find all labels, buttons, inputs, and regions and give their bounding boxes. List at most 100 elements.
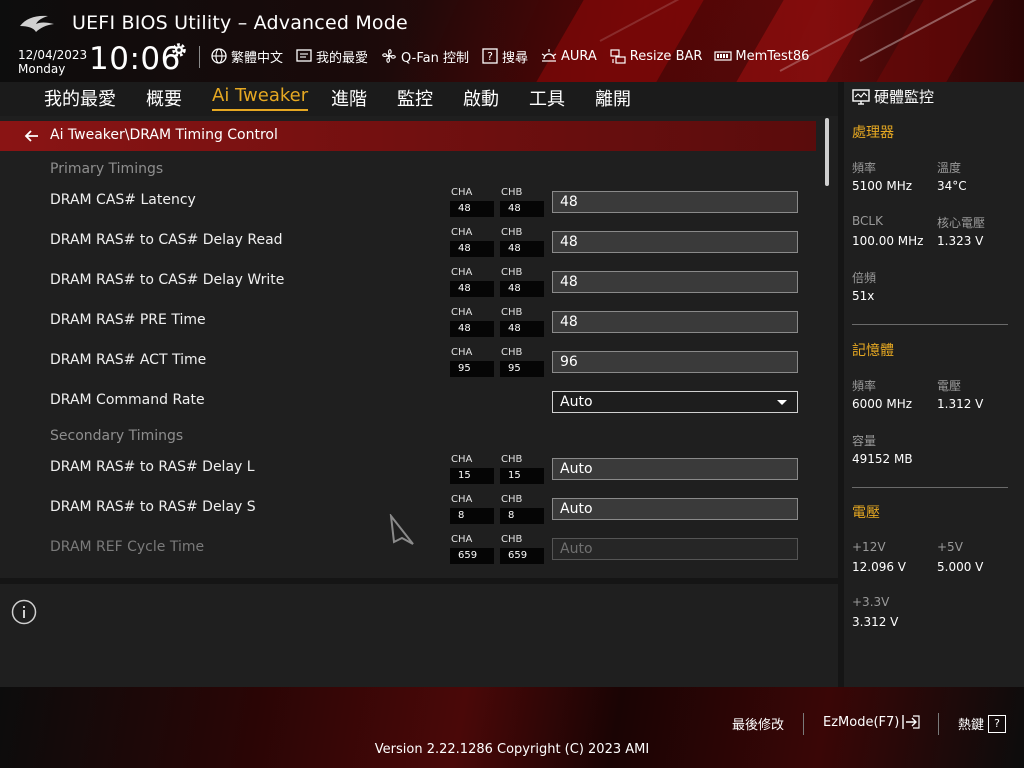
gear-icon[interactable] [170, 41, 188, 59]
channel-a-label: CHA [451, 454, 473, 465]
breadcrumb[interactable]: Ai Tweaker\DRAM Timing Control [0, 121, 816, 151]
vcore-value: 1.323 V [937, 234, 984, 248]
tab-tool[interactable]: 工具 [529, 85, 565, 111]
rrd-s-input[interactable]: Auto [552, 498, 798, 520]
my-favorites-label: 我的最愛 [316, 50, 369, 66]
channel-a-readout: CHA 659 [450, 534, 494, 566]
channel-b-value: 48 [500, 241, 544, 257]
channel-b-label: CHB [501, 227, 523, 238]
memtest-label: MemTest86 [735, 48, 810, 64]
v5-value: 5.000 V [937, 560, 984, 574]
ratio-label: 倍頻 [852, 271, 877, 285]
cpu-temp-label: 溫度 [937, 161, 962, 175]
settings-panel: Ai Tweaker\DRAM Timing Control Primary T… [0, 116, 838, 578]
v12-value: 12.096 V [852, 560, 907, 574]
chevron-down-icon [777, 400, 787, 405]
svg-text:?: ? [487, 50, 493, 63]
date-text: 12/04/2023 [18, 48, 88, 62]
command-rate-select[interactable]: Auto [552, 391, 798, 413]
channel-b-value: 659 [500, 548, 544, 564]
footer-divider [938, 713, 939, 735]
rrd-l-input[interactable]: Auto [552, 458, 798, 480]
ras-act-time-input[interactable]: 96 [552, 351, 798, 373]
search-label: 搜尋 [501, 50, 528, 66]
resize-bar-label: Resize BAR [629, 48, 703, 64]
command-rate-value: Auto [560, 394, 593, 410]
globe-icon [211, 48, 227, 64]
bclk-label: BCLK [852, 214, 883, 228]
v33-label: +3.3V [852, 595, 890, 609]
last-modified-button[interactable]: 最後修改 [732, 714, 784, 733]
channel-b-readout: CHB 48 [500, 307, 544, 339]
my-favorites-button[interactable]: 我的最愛 [295, 47, 368, 66]
tab-main[interactable]: 概要 [146, 85, 182, 111]
hardware-monitor-panel: 硬體監控 處理器 頻率 5100 MHz 溫度 34°C BCLK 100.00… [844, 82, 1024, 687]
back-arrow-icon[interactable] [24, 128, 40, 144]
channel-a-readout: CHA 48 [450, 307, 494, 339]
help-box-icon: ? [988, 714, 1007, 733]
channel-a-value: 659 [450, 548, 494, 564]
qfan-button[interactable]: Q-Fan 控制 [380, 47, 469, 66]
channel-b-readout: CHB 15 [500, 454, 544, 486]
hotkeys-label: 熱鍵 [958, 718, 985, 733]
help-panel [0, 584, 838, 687]
channel-a-value: 48 [450, 241, 494, 257]
ezmode-button[interactable]: EzMode(F7) [823, 714, 921, 730]
date-display: 12/04/2023 Monday [18, 48, 87, 76]
cas-latency-input[interactable]: 48 [552, 191, 798, 213]
channel-a-label: CHA [451, 494, 473, 505]
memtest-button[interactable]: MemTest86 [714, 47, 809, 65]
divider [852, 324, 1008, 325]
channel-b-label: CHB [501, 347, 523, 358]
hotkeys-button[interactable]: 熱鍵 ? [958, 714, 1007, 733]
weekday-text: Monday [18, 62, 66, 76]
tab-ai-tweaker[interactable]: Ai Tweaker [212, 85, 309, 111]
channel-b-label: CHB [501, 454, 523, 465]
setting-label: DRAM RAS# to CAS# Delay Read [50, 232, 283, 248]
mem-volt-value: 1.312 V [937, 397, 984, 411]
aura-button[interactable]: AURA [540, 47, 597, 65]
hardware-monitor-label: 硬體監控 [874, 88, 935, 106]
setting-label: DRAM RAS# PRE Time [50, 312, 206, 328]
aura-icon [541, 49, 557, 62]
tab-boot[interactable]: 啟動 [463, 85, 499, 111]
ref-cycle-time-input: Auto [552, 538, 798, 560]
footer: 最後修改 EzMode(F7) 熱鍵 ? Version 2.22.1286 C… [0, 687, 1024, 768]
cpu-freq-value: 5100 MHz [852, 179, 913, 193]
bclk-value: 100.00 MHz [852, 234, 924, 248]
ras-pre-time-input[interactable]: 48 [552, 311, 798, 333]
channel-a-readout: CHA 15 [450, 454, 494, 486]
scrollbar-thumb[interactable] [825, 118, 829, 186]
help-search-icon: ? [482, 48, 498, 64]
channel-b-value: 48 [500, 201, 544, 217]
memory-heading: 記憶體 [852, 343, 894, 359]
main-menu-tabs: 我的最愛 概要 Ai Tweaker 進階 監控 啟動 工具 離開 [0, 82, 838, 117]
channel-a-label: CHA [451, 267, 473, 278]
tab-my-favorites[interactable]: 我的最愛 [44, 85, 116, 111]
language-label: 繁體中文 [231, 50, 284, 66]
search-button[interactable]: ? 搜尋 [481, 47, 528, 66]
mem-cap-label: 容量 [852, 434, 877, 448]
channel-a-label: CHA [451, 307, 473, 318]
channel-b-readout: CHB 95 [500, 347, 544, 379]
setting-label: DRAM Command Rate [50, 392, 205, 408]
vcore-label: 核心電壓 [937, 216, 986, 230]
channel-a-label: CHA [451, 347, 473, 358]
switch-mode-icon [902, 715, 920, 729]
channel-a-value: 48 [450, 281, 494, 297]
clock-display: 10:06 [89, 41, 181, 77]
channel-a-label: CHA [451, 187, 473, 198]
channel-b-label: CHB [501, 267, 523, 278]
ras-to-cas-write-input[interactable]: 48 [552, 271, 798, 293]
tab-advanced[interactable]: 進階 [331, 85, 367, 111]
channel-a-label: CHA [451, 227, 473, 238]
v33-value: 3.312 V [852, 615, 899, 629]
resize-bar-button[interactable]: Resize BAR [609, 47, 703, 65]
language-button[interactable]: 繁體中文 [210, 47, 283, 66]
channel-b-value: 48 [500, 281, 544, 297]
tab-exit[interactable]: 離開 [595, 85, 631, 111]
channel-a-readout: CHA 48 [450, 227, 494, 259]
tab-monitor[interactable]: 監控 [397, 85, 433, 111]
toolbar: 繁體中文 我的最愛 Q-Fan 控制 ? 搜尋 AURA Resize BAR [210, 45, 821, 67]
ras-to-cas-read-input[interactable]: 48 [552, 231, 798, 253]
